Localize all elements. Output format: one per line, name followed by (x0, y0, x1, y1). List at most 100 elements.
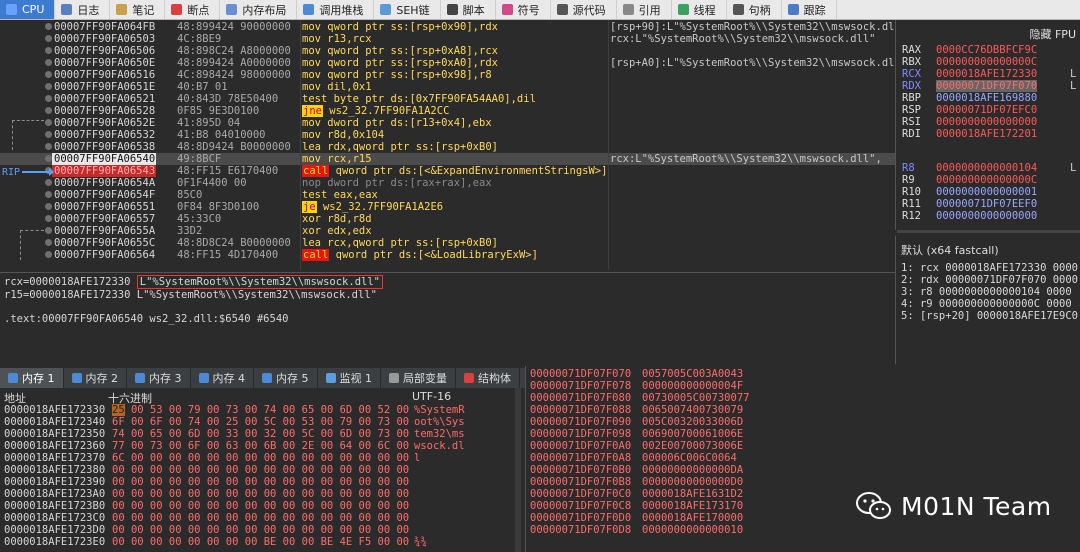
register-r10[interactable]: R10 0000000000000001 (902, 186, 1080, 198)
tab-script[interactable]: 脚本 (441, 0, 496, 19)
disasm-row[interactable]: 00007FF90FA06538 48:8D9424 B0000000 lea rd… (0, 141, 895, 153)
register-value[interactable]: 00000071DF07EEF0 (936, 198, 1037, 210)
instruction-address[interactable]: 00007FF90FA06521 (52, 93, 156, 105)
tab-trace[interactable]: 跟踪 (782, 0, 837, 19)
tab-struct-8[interactable]: 结构体 (456, 368, 520, 388)
register-value[interactable]: 0000018AFE172330 (936, 68, 1037, 80)
tab-log[interactable]: 日志 (55, 0, 111, 19)
register-value[interactable]: 0000000000000001 (936, 186, 1037, 198)
instruction-address[interactable]: 00007FF90FA06543 (52, 165, 156, 177)
register-rcx[interactable]: RCX 0000018AFE172330 L (902, 68, 1080, 80)
stack-row[interactable]: 00000071DF07F0D8 0000000000000010 (530, 524, 743, 536)
stack-row[interactable]: 00000071DF07F0B0 00000000000000DA (530, 464, 743, 476)
disasm-row[interactable]: 00007FF90FA06540 49:8BCF mov rcx,r15 rcx:L"… (0, 153, 895, 165)
tab-cpu[interactable]: CPU (0, 0, 56, 19)
disasm-row[interactable]: 00007FF90FA0655A 33D2 xor edx,edx (0, 225, 895, 237)
register-r12[interactable]: R12 0000000000000000 (902, 210, 1080, 222)
disassembly-pane[interactable]: 00007FF90FA064FB 48:899424 90000000 mov qw… (0, 20, 895, 272)
instruction-address[interactable]: 00007FF90FA06516 (52, 69, 156, 81)
stack-row[interactable]: 00000071DF07F0A0 002E00700073006E (530, 440, 743, 452)
stack-row[interactable]: 00000071DF07F088 0065007400730079 (530, 404, 743, 416)
stack-row[interactable]: 00000071DF07F0A8 000006C006C0064 (530, 452, 737, 464)
instruction-address[interactable]: 00007FF90FA06506 (52, 45, 156, 57)
instruction-text[interactable]: xor r8d,r8d (302, 213, 607, 225)
register-value[interactable]: 0000CC76DBBFCF9C (936, 44, 1037, 56)
instruction-text[interactable]: test byte ptr ds:[0x7FF90FA54AA0],dil (302, 93, 607, 105)
disasm-row[interactable]: 00007FF90FA064FB 48:899424 90000000 mov qw… (0, 21, 895, 33)
instruction-text[interactable]: call qword ptr ds:[<&ExpandEnvironmentSt… (302, 165, 607, 177)
breakpoint-dot-icon[interactable] (45, 23, 52, 30)
breakpoint-dot-icon[interactable] (45, 107, 52, 114)
selected-byte[interactable]: 25 (112, 404, 125, 416)
breakpoint-dot-icon[interactable] (45, 95, 52, 102)
disasm-row[interactable]: 00007FF90FA06551 0F84 8F3D0100 je ws2_32.7… (0, 201, 895, 213)
breakpoint-dot-icon[interactable] (45, 71, 52, 78)
register-value[interactable]: 0000000000000000 (936, 116, 1037, 128)
tab-reference[interactable]: 引用 (617, 0, 672, 19)
stack-row[interactable]: 00000071DF07F0C0 0000018AFE1631D2 (530, 488, 743, 500)
instruction-address[interactable]: 00007FF90FA0654A (52, 177, 156, 189)
register-rsi[interactable]: RSI 0000000000000000 (902, 116, 1080, 128)
instruction-address[interactable]: 00007FF90FA06528 (52, 105, 156, 117)
breakpoint-dot-icon[interactable] (45, 239, 52, 246)
register-rbp[interactable]: RBP 0000018AFE169880 (902, 92, 1080, 104)
memory-dump-pane[interactable]: 地址 十六进制 UTF-16 0000018AFE172330 25 00 53 … (0, 388, 520, 552)
breakpoint-dot-icon[interactable] (45, 83, 52, 90)
instruction-text[interactable]: mov dword ptr ds:[r13+0x4],ebx (302, 117, 607, 129)
breakpoint-dot-icon[interactable] (45, 35, 52, 42)
disasm-row[interactable]: 00007FF90FA06516 4C:898424 98000000 mov qw… (0, 69, 895, 81)
stack-row[interactable]: 00000071DF07F098 006900700061006E (530, 428, 743, 440)
breakpoint-dot-icon[interactable] (45, 155, 52, 162)
instruction-address[interactable]: 00007FF90FA06557 (52, 213, 156, 225)
tab-thread[interactable]: 线程 (672, 0, 727, 19)
disasm-row[interactable]: 00007FF90FA06528 0F85 9E3D0100 jne ws2_32.… (0, 105, 895, 117)
stack-row[interactable]: 00000071DF07F0D0 0000018AFE170000 (530, 512, 743, 524)
tab-watch-6[interactable]: 监视 1 (318, 368, 381, 388)
register-r9[interactable]: R9 000000000000000C (902, 174, 1080, 186)
instruction-text[interactable]: je ws2_32.7FF90FA1A2E6 (302, 201, 607, 213)
breakpoint-dot-icon[interactable] (45, 215, 52, 222)
register-value[interactable]: 000000000000000C (936, 174, 1037, 186)
register-rsp[interactable]: RSP 00000071DF07EFC0 (902, 104, 1080, 116)
disasm-row[interactable]: 00007FF90FA06564 48:FF15 4D170400 call qwo… (0, 249, 895, 261)
disasm-row[interactable]: 00007FF90FA06557 45:33C0 xor r8d,r8d (0, 213, 895, 225)
disasm-row[interactable]: 00007FF90FA06506 48:898C24 A8000000 mov qw… (0, 45, 895, 57)
instruction-text[interactable]: lea rcx,qword ptr ss:[rsp+0xB0] (302, 237, 607, 249)
tab-notes[interactable]: 笔记 (110, 0, 166, 19)
instruction-text[interactable]: mov qword ptr ss:[rsp+0xA8],rcx (302, 45, 607, 57)
tab-handle[interactable]: 句柄 (727, 0, 782, 19)
tab-memory-1[interactable]: 内存 1 (0, 368, 64, 388)
instruction-address[interactable]: 00007FF90FA06503 (52, 33, 156, 45)
instruction-address[interactable]: 00007FF90FA0651E (52, 81, 156, 93)
instruction-text[interactable]: xor edx,edx (302, 225, 607, 237)
instruction-text[interactable]: mov dil,0x1 (302, 81, 607, 93)
disasm-row[interactable]: 00007FF90FA0654F 85C0 test eax,eax (0, 189, 895, 201)
instruction-address[interactable]: 00007FF90FA06532 (52, 129, 156, 141)
disasm-row[interactable]: 00007FF90FA0654A 0F1F4400 00 nop dword ptr… (0, 177, 895, 189)
instruction-text[interactable]: mov qword ptr ss:[rsp+0x98],r8 (302, 69, 607, 81)
register-value[interactable]: 00000071DF07EFC0 (936, 104, 1037, 116)
register-value[interactable]: 00000071DF07F070 (936, 80, 1038, 92)
register-r8[interactable]: R8 0000000000000104 L (902, 162, 1080, 174)
breakpoint-dot-icon[interactable] (45, 227, 52, 234)
register-r11[interactable]: R11 00000071DF07EEF0 (902, 198, 1080, 210)
instruction-text[interactable]: test eax,eax (302, 189, 607, 201)
instruction-address[interactable]: 00007FF90FA06551 (52, 201, 156, 213)
disasm-row[interactable]: 00007FF90FA06503 4C:8BE9 mov r13,rcx rcx:L"… (0, 33, 895, 45)
tab-memory-4[interactable]: 内存 4 (191, 368, 254, 388)
register-value[interactable]: 0000000000000104 (936, 162, 1037, 174)
instruction-text[interactable]: call qword ptr ds:[<&LoadLibraryExW>] (302, 249, 607, 261)
breakpoint-dot-icon[interactable] (45, 179, 52, 186)
pane-splitter[interactable] (897, 230, 1080, 233)
register-value[interactable]: 0000018AFE169880 (936, 92, 1037, 104)
disasm-row[interactable]: 00007FF90FA0652E 41:895D 04 mov dword ptr … (0, 117, 895, 129)
breakpoint-dot-icon[interactable] (45, 59, 52, 66)
tab-locals-7[interactable]: 局部变量 (381, 368, 456, 388)
dump-scrollbar[interactable] (515, 388, 521, 552)
instruction-text[interactable]: lea rdx,qword ptr ss:[rsp+0xB0] (302, 141, 607, 153)
instruction-text[interactable]: mov r8d,0x104 (302, 129, 607, 141)
breakpoint-dot-icon[interactable] (45, 203, 52, 210)
tab-memory-5[interactable]: 内存 5 (254, 368, 318, 388)
stack-row[interactable]: 00000071DF07F070 0057005C003A0043 (530, 368, 743, 380)
instruction-address[interactable]: 00007FF90FA064FB (52, 21, 156, 33)
